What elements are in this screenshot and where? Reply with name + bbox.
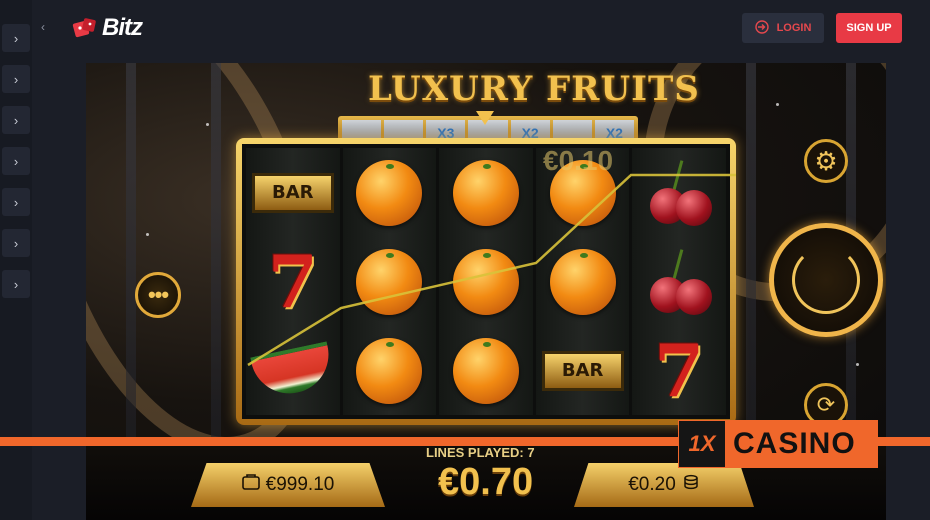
balance-value: €999.10 xyxy=(265,474,335,495)
reels-grid: BAR 7 BAR 7 xyxy=(242,144,730,419)
reel-cell xyxy=(343,237,437,326)
chevron-right-icon: › xyxy=(13,153,19,169)
sidebar-expand-3[interactable]: › xyxy=(2,106,30,134)
orange-symbol-icon xyxy=(356,159,423,226)
brand-name: Bitz xyxy=(102,14,143,41)
reel-cell xyxy=(632,148,726,237)
multiplier-pointer-icon xyxy=(476,111,494,125)
reel-cell xyxy=(343,148,437,237)
cherry-symbol-icon xyxy=(644,159,714,226)
reel-cell xyxy=(439,148,533,237)
coins-icon xyxy=(682,473,700,497)
reel-cell xyxy=(536,237,630,326)
balance-display: €999.10 xyxy=(191,463,385,507)
sidebar-collapse-button[interactable]: ‹ xyxy=(36,18,50,36)
reel-cell: 7 xyxy=(246,237,340,326)
bar-symbol-icon: BAR xyxy=(251,172,334,213)
lines-played-label: LINES PLAYED: 7 xyxy=(426,445,535,460)
reel-column xyxy=(439,148,533,415)
reel-cell: BAR xyxy=(246,148,340,237)
game-menu-button[interactable]: ••• xyxy=(135,272,181,318)
sidebar-expand-1[interactable]: › xyxy=(2,24,30,52)
orange-symbol-icon xyxy=(356,337,423,404)
sparkle xyxy=(206,123,209,126)
seven-symbol-icon: 7 xyxy=(654,327,705,413)
chevron-right-icon: › xyxy=(13,71,19,87)
chevron-left-icon: ‹ xyxy=(41,20,45,34)
gear-icon: ⚙ xyxy=(814,145,838,176)
bet-value: €0.20 xyxy=(628,474,676,495)
reel-frame: BAR 7 BAR 7 xyxy=(236,138,736,425)
game-title: LUXURY FRUITS xyxy=(368,69,700,109)
sparkle xyxy=(146,233,149,236)
chevron-right-icon: › xyxy=(13,276,19,292)
reel-cell xyxy=(246,326,340,415)
spin-icon xyxy=(792,246,860,314)
reel-column: BAR 7 xyxy=(246,148,340,415)
chevron-right-icon: › xyxy=(13,235,19,251)
sidebar-expand-5[interactable]: › xyxy=(2,188,30,216)
spin-button[interactable] xyxy=(769,223,883,337)
login-icon xyxy=(754,19,769,37)
chevron-right-icon: › xyxy=(13,112,19,128)
login-label: LOGIN xyxy=(776,22,812,34)
casino-page: › › › › › › › ‹ Bitz LOGIN SIGN UP LUXUR… xyxy=(0,0,930,520)
sidebar-expand-4[interactable]: › xyxy=(2,147,30,175)
reel-cell xyxy=(439,326,533,415)
sparkle xyxy=(776,103,779,106)
reel-column xyxy=(342,148,437,415)
orange-symbol-icon xyxy=(356,248,423,315)
signup-label: SIGN UP xyxy=(846,22,892,34)
orange-symbol-icon xyxy=(452,337,519,404)
reel-cell xyxy=(439,237,533,326)
melon-symbol-icon xyxy=(250,340,336,401)
sidebar-expand-7[interactable]: › xyxy=(2,270,30,298)
orange-symbol-icon xyxy=(549,248,616,315)
bar-symbol-icon: BAR xyxy=(541,350,624,391)
bet-selector[interactable]: €0.20 xyxy=(574,463,754,507)
sidebar-expand-6[interactable]: › xyxy=(2,229,30,257)
dice-logo-icon xyxy=(72,16,98,40)
watermark-badge: 1X CASINO xyxy=(678,420,878,468)
watermark-logo-icon: 1X xyxy=(679,421,725,467)
autoplay-icon: ⟳ xyxy=(816,392,836,417)
line-win-amount: €0.10 xyxy=(543,145,614,176)
seven-symbol-icon: 7 xyxy=(267,238,318,324)
reel-column: BAR xyxy=(535,148,630,415)
settings-button[interactable]: ⚙ xyxy=(804,139,848,183)
reel-cell: 7 xyxy=(632,326,726,415)
reel-cell: BAR xyxy=(536,326,630,415)
watermark-text: CASINO xyxy=(733,427,856,460)
brand-logo[interactable]: Bitz xyxy=(72,14,143,42)
more-icon: ••• xyxy=(147,282,169,307)
login-button[interactable]: LOGIN xyxy=(742,13,824,43)
reel-cell xyxy=(343,326,437,415)
orange-symbol-icon xyxy=(452,248,519,315)
sparkle xyxy=(856,363,859,366)
chevron-right-icon: › xyxy=(13,194,19,210)
reel-cell xyxy=(632,237,726,326)
sidebar-expand-2[interactable]: › xyxy=(2,65,30,93)
chevron-right-icon: › xyxy=(13,30,19,46)
cherry-symbol-icon xyxy=(644,248,714,315)
orange-symbol-icon xyxy=(452,159,519,226)
reel-column: 7 xyxy=(632,148,726,415)
wallet-icon xyxy=(241,474,260,496)
total-bet-value: €0.70 xyxy=(438,461,534,503)
signup-button[interactable]: SIGN UP xyxy=(836,13,902,43)
